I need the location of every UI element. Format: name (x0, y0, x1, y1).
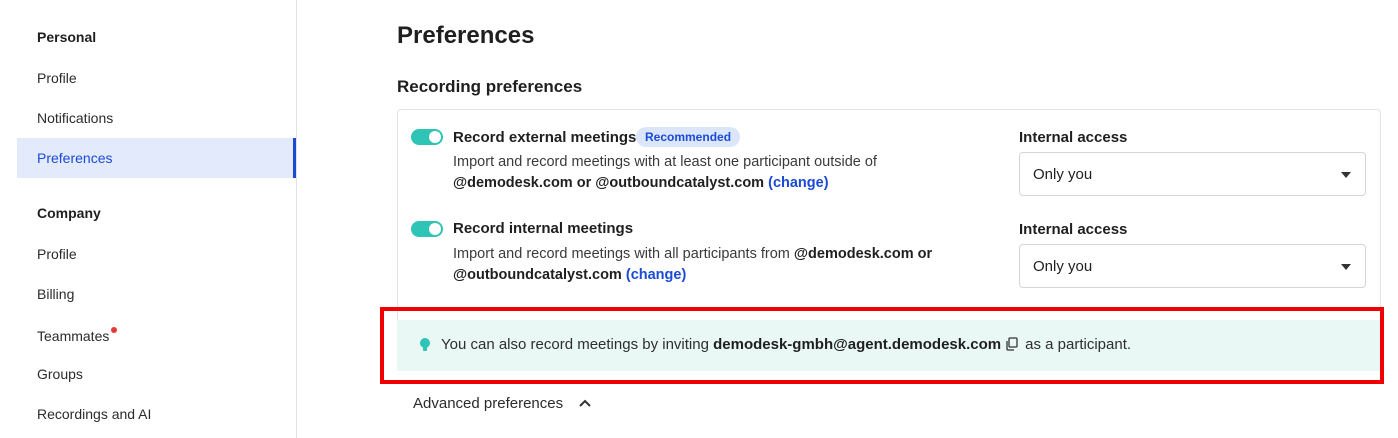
internal-access-label-internal: Internal access (1019, 221, 1128, 238)
sidebar-heading-company: Company (37, 205, 101, 221)
internal-access-select-internal[interactable]: Only you (1019, 244, 1366, 288)
page-title: Preferences (397, 22, 535, 49)
toggle-knob (429, 223, 441, 235)
record-external-description: Import and record meetings with at least… (453, 152, 993, 194)
caret-down-icon (1341, 172, 1351, 178)
sidebar-item-teammates-label: Teammates (37, 328, 110, 344)
record-external-title: Record external meetings (453, 129, 637, 146)
record-internal-title: Record internal meetings (453, 220, 634, 237)
sidebar-item-recordings-ai[interactable]: Recordings and AI (17, 394, 296, 434)
notification-dot (111, 327, 118, 333)
sidebar-item-preferences[interactable]: Preferences (17, 138, 296, 178)
select-value: Only you (1033, 166, 1093, 183)
sidebar-heading-personal: Personal (37, 29, 97, 45)
toggle-record-external[interactable] (411, 129, 443, 145)
sidebar-item-groups[interactable]: Groups (17, 354, 296, 394)
settings-sidebar: Personal Profile Notifications Preferenc… (0, 0, 297, 438)
advanced-preferences-toggle[interactable]: Advanced preferences (413, 395, 563, 412)
internal-desc-domain2: @outboundcatalyst.com (453, 267, 622, 283)
change-link-internal[interactable]: (change) (626, 267, 686, 283)
section-title-recording: Recording preferences (397, 77, 583, 96)
sidebar-item-billing[interactable]: Billing (17, 274, 296, 314)
toggle-knob (429, 131, 441, 143)
sidebar-item-company-profile[interactable]: Profile (17, 234, 296, 274)
caret-down-icon (1341, 264, 1351, 270)
sidebar-item-notifications[interactable]: Notifications (17, 98, 296, 138)
record-internal-description: Import and record meetings with all part… (453, 244, 993, 286)
chevron-up-icon[interactable] (578, 398, 592, 408)
change-link-external[interactable]: (change) (768, 175, 828, 191)
external-desc-text: Import and record meetings with at least… (453, 154, 877, 170)
select-value: Only you (1033, 258, 1093, 275)
internal-desc-domain1: @demodesk.com or (793, 246, 933, 262)
internal-desc-text: Import and record meetings with all part… (453, 246, 790, 262)
internal-access-select-external[interactable]: Only you (1019, 152, 1366, 196)
internal-access-label-external: Internal access (1019, 129, 1128, 146)
highlight-annotation (380, 307, 1384, 384)
sidebar-item-teammates[interactable]: Teammates (17, 316, 296, 356)
toggle-record-internal[interactable] (411, 221, 443, 237)
sidebar-item-personal-profile[interactable]: Profile (17, 58, 296, 98)
recommended-badge: Recommended (636, 127, 741, 147)
external-desc-domains: @demodesk.com or @outboundcatalyst.com (453, 175, 765, 191)
